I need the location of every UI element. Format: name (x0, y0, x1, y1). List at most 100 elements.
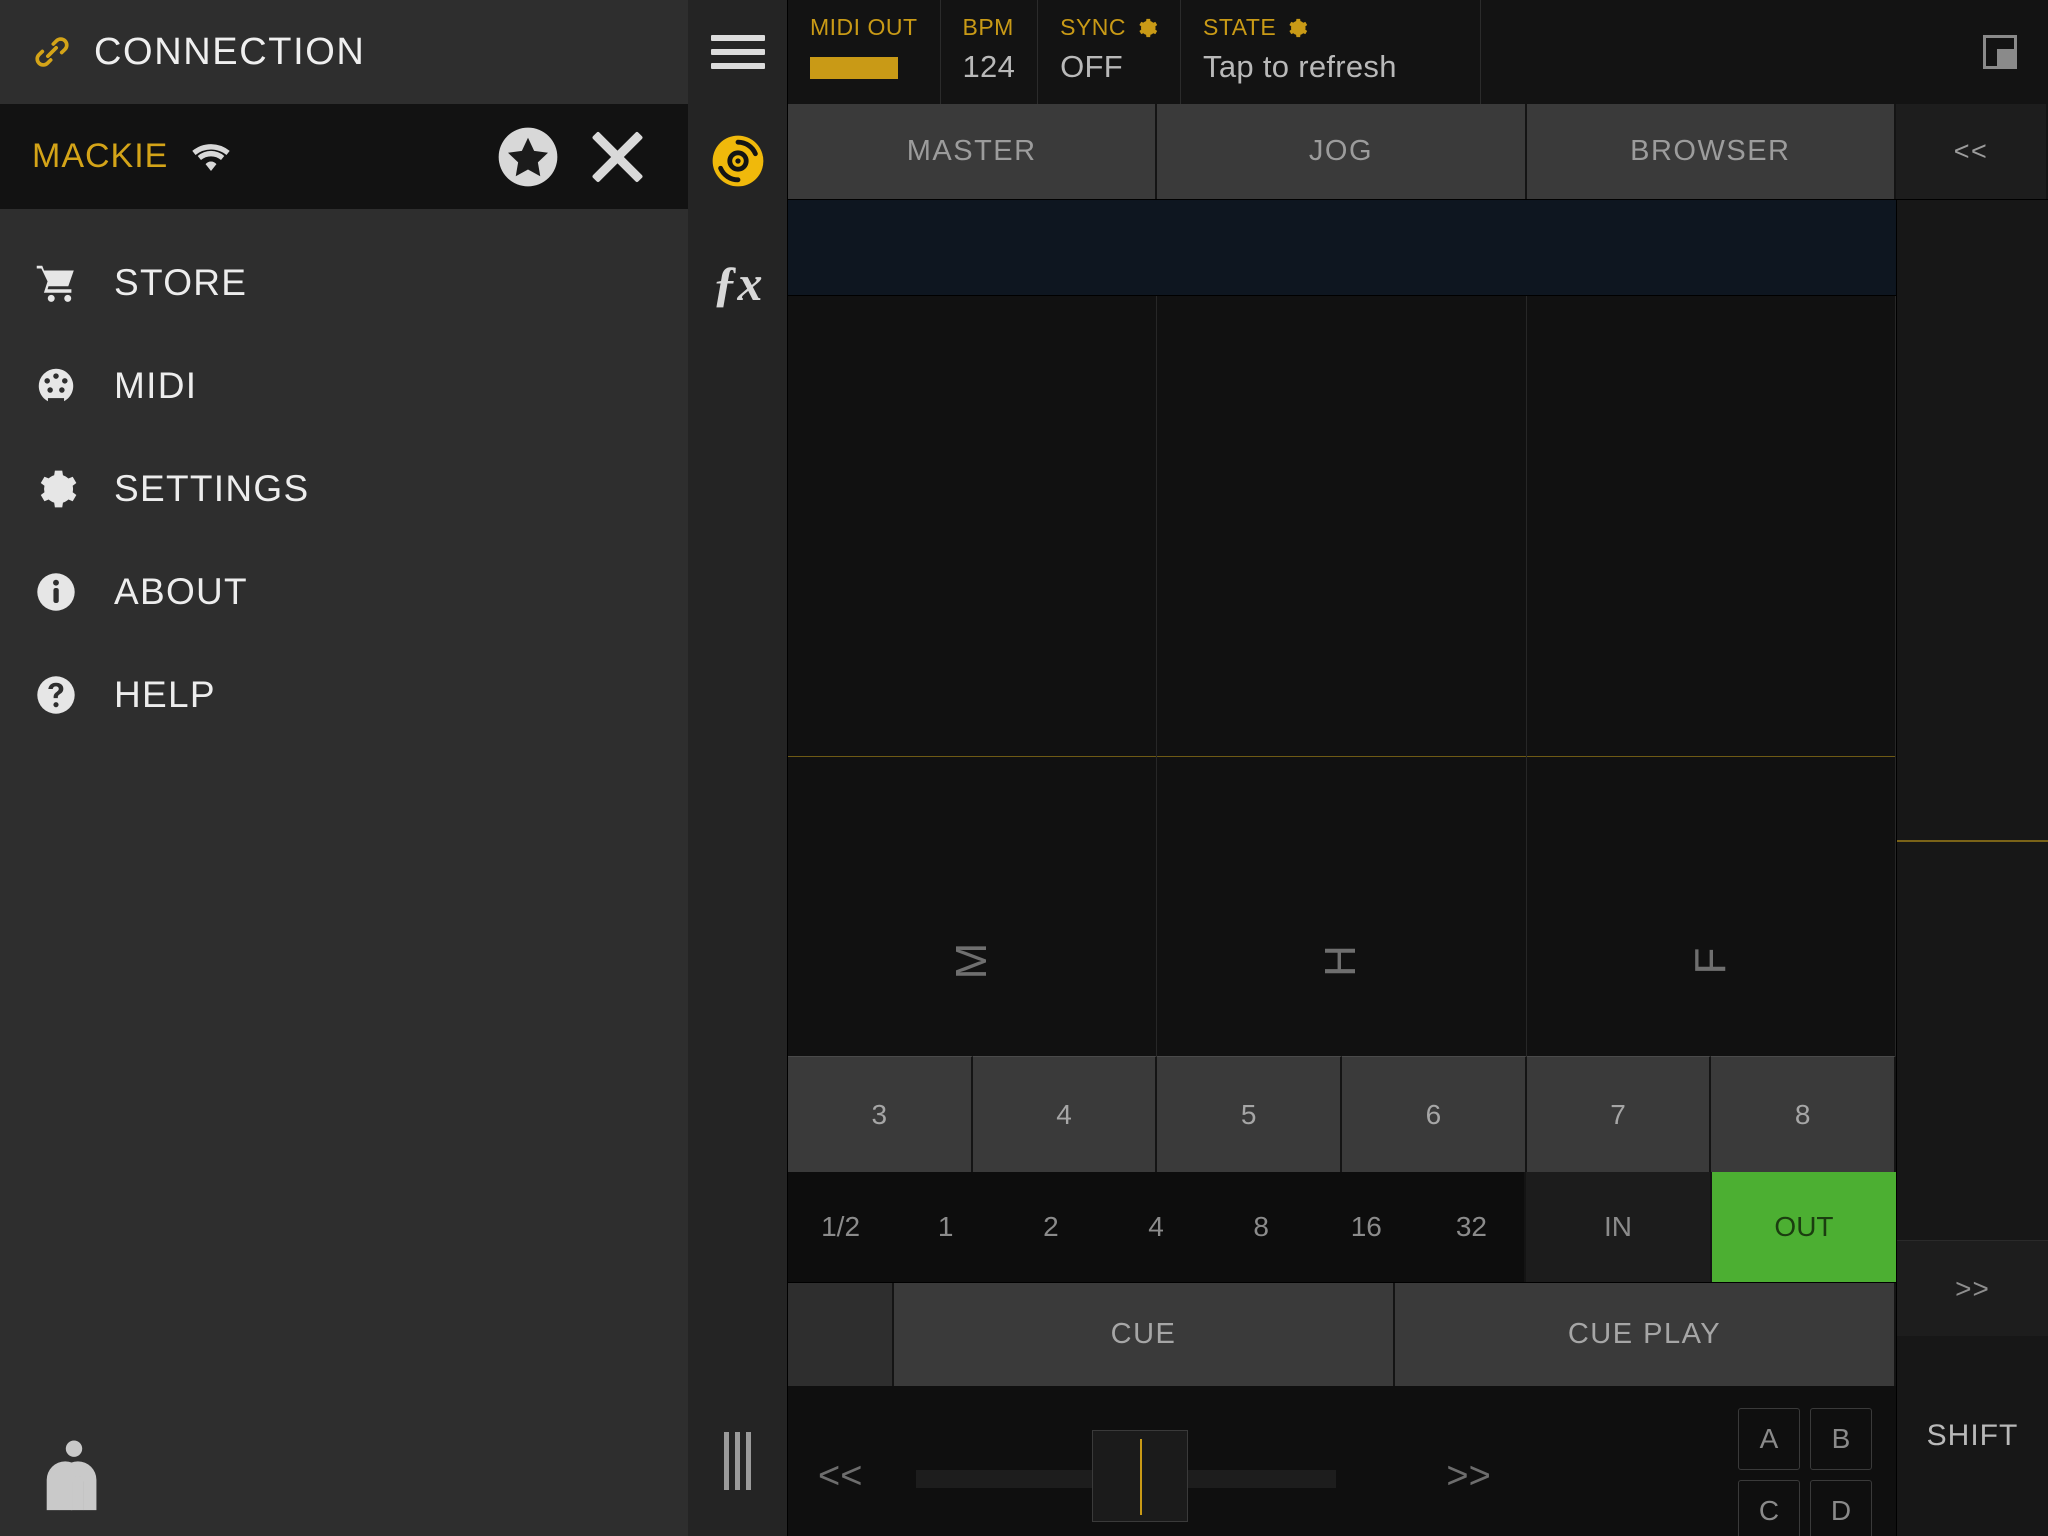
question-icon (32, 671, 80, 719)
wifi-icon (190, 140, 232, 174)
status-state-text: STATE (1203, 14, 1277, 40)
fx-icon: ƒx (712, 255, 763, 311)
pitch-fader[interactable] (916, 1430, 1337, 1522)
deck-select-b[interactable]: B (1810, 1408, 1872, 1470)
mixer-column-headphone[interactable]: H (1157, 296, 1527, 1056)
loop-size-1[interactable]: 1 (893, 1172, 998, 1282)
cue-play-button[interactable]: CUE PLAY (1395, 1283, 1896, 1386)
connection-device-bar: MACKIE (0, 104, 688, 209)
loop-size-16[interactable]: 16 (1314, 1172, 1419, 1282)
shift-button[interactable]: SHIFT (1897, 1336, 2048, 1536)
tab-browser[interactable]: BROWSER (1526, 104, 1896, 199)
cue-button[interactable]: CUE (894, 1283, 1395, 1386)
tab-jog[interactable]: JOG (1157, 104, 1527, 199)
menu-item-store[interactable]: STORE (0, 231, 688, 334)
collapse-window-icon (1983, 35, 2017, 69)
drag-handle-icon-bar (746, 1432, 751, 1490)
status-bpm-label: BPM (962, 14, 1014, 40)
loop-size-32[interactable]: 32 (1419, 1172, 1524, 1282)
connection-menu: STORE MIDI SETTINGS ABOUT HELP (0, 209, 688, 1536)
deck-select-d[interactable]: D (1810, 1480, 1872, 1536)
deck-select-grid: A B C D (1738, 1408, 1872, 1536)
hamburger-icon-line (710, 35, 765, 41)
drag-handle-icon-bar (724, 1432, 729, 1490)
connected-device-name: MACKIE (32, 137, 169, 175)
hotcue-button-6[interactable]: 6 (1342, 1056, 1527, 1172)
tab-master[interactable]: MASTER (788, 104, 1158, 199)
rail-item-fx-view[interactable]: ƒx (707, 252, 769, 314)
menu-toggle-button[interactable] (688, 0, 788, 104)
waveform-strip[interactable] (788, 200, 1896, 296)
pitch-row: << >> A B C D (788, 1386, 1896, 1536)
deck-panel: MASTER JOG BROWSER << M H F 3 4 5 6 7 8 … (788, 104, 2048, 1536)
menu-item-midi-label: MIDI (114, 364, 198, 406)
link-icon (32, 32, 72, 72)
column-letter-f: F (1685, 947, 1735, 975)
loop-size-2[interactable]: 2 (998, 1172, 1103, 1282)
mixvibes-m-logo (34, 1436, 114, 1514)
mixer-column-fx[interactable]: F (1526, 296, 1896, 1056)
menu-item-settings[interactable]: SETTINGS (0, 437, 688, 540)
loop-size-4[interactable]: 4 (1103, 1172, 1208, 1282)
column-divider-line (1157, 756, 1526, 757)
menu-item-about-label: ABOUT (114, 570, 248, 612)
status-bpm-value: 124 (962, 49, 1016, 84)
deck-tabs: MASTER JOG BROWSER << (788, 104, 2048, 200)
loop-out-button[interactable]: OUT (1709, 1172, 1896, 1282)
loop-in-button[interactable]: IN (1523, 1172, 1710, 1282)
favorite-button[interactable] (496, 125, 560, 189)
hotcue-button-7[interactable]: 7 (1526, 1056, 1712, 1172)
status-sync-label: SYNC (1060, 14, 1158, 41)
app-window: B 1 2 1/32 1/16 1/8 PLAY SHIFT A B C D (0, 0, 2048, 1536)
menu-item-help[interactable]: HELP (0, 643, 688, 746)
collapse-window-button[interactable] (1952, 0, 2048, 104)
hamburger-icon-line (710, 49, 765, 55)
status-midi-out-label: MIDI OUT (810, 14, 918, 40)
menu-item-midi[interactable]: MIDI (0, 334, 688, 437)
cue-row-spacer (788, 1283, 894, 1386)
deck-select-c[interactable]: C (1738, 1480, 1800, 1536)
status-state-label: STATE (1203, 14, 1458, 41)
state-gear-icon[interactable] (1286, 17, 1308, 39)
status-sync-text: SYNC (1060, 14, 1127, 40)
hotcue-button-4[interactable]: 4 (972, 1056, 1158, 1172)
side-rail-forward-button[interactable]: >> (1897, 1240, 2048, 1336)
menu-item-help-label: HELP (114, 673, 216, 715)
hotcue-button-8[interactable]: 8 (1711, 1056, 1897, 1172)
midi-din-icon (32, 362, 80, 410)
close-button[interactable] (586, 127, 646, 187)
status-bpm[interactable]: BPM 124 (941, 0, 1039, 104)
status-state[interactable]: STATE Tap to refresh (1181, 0, 1482, 104)
deck-select-a[interactable]: A (1738, 1408, 1800, 1470)
mixer-columns: M H F (788, 296, 1896, 1056)
status-bar-spacer (1481, 0, 1952, 104)
status-midi-out[interactable]: MIDI OUT (788, 0, 941, 104)
hotcue-button-3[interactable]: 3 (788, 1056, 973, 1172)
column-letter-m: M (947, 942, 997, 980)
loop-size-8[interactable]: 8 (1209, 1172, 1314, 1282)
pitch-next-button[interactable]: >> (1416, 1455, 1520, 1498)
shopping-cart-icon (32, 259, 80, 307)
column-divider-line (1526, 756, 1895, 757)
menu-item-settings-label: SETTINGS (114, 467, 310, 509)
pitch-fader-knob[interactable] (1092, 1430, 1189, 1522)
sync-gear-icon[interactable] (1136, 17, 1158, 39)
status-sync-value: OFF (1060, 49, 1124, 84)
rail-drag-handle[interactable] (724, 1432, 751, 1490)
tab-prev-button[interactable]: << (1895, 104, 2048, 199)
deck-side-rail: >> SHIFT (1896, 200, 2048, 1536)
gear-icon (32, 465, 80, 513)
rail-item-deck-view[interactable] (707, 130, 769, 192)
loop-size-half[interactable]: 1/2 (788, 1172, 893, 1282)
status-state-value: Tap to refresh (1203, 49, 1397, 84)
connection-header: CONNECTION (0, 0, 688, 104)
column-letter-h: H (1316, 945, 1366, 977)
cue-row: CUE CUE PLAY (788, 1282, 1896, 1386)
pitch-prev-button[interactable]: << (788, 1455, 892, 1498)
info-icon (32, 568, 80, 616)
mixer-column-master[interactable]: M (788, 296, 1158, 1056)
status-sync[interactable]: SYNC OFF (1038, 0, 1182, 104)
menu-item-store-label: STORE (114, 261, 248, 303)
menu-item-about[interactable]: ABOUT (0, 540, 688, 643)
hotcue-button-5[interactable]: 5 (1157, 1056, 1343, 1172)
